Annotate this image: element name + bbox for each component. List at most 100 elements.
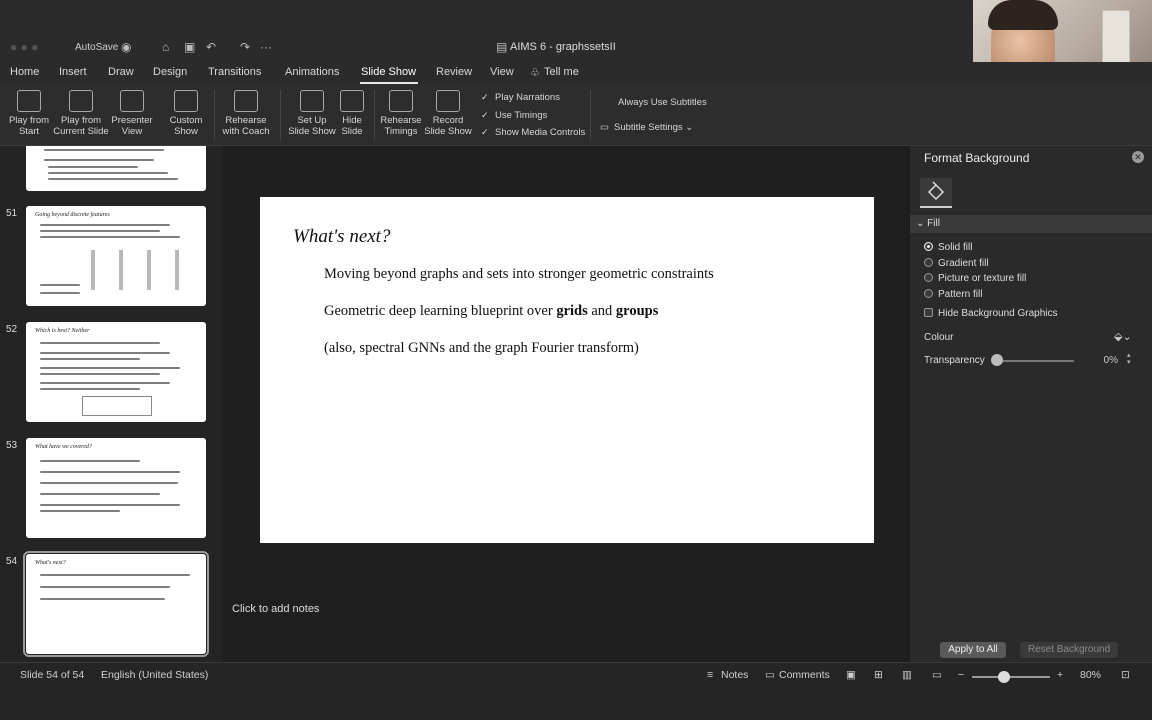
slide-show-icon[interactable]: ▭ [932,669,942,681]
ribbon: Play from Start Play from Current Slide … [0,84,1152,146]
reset-background-button[interactable]: Reset Background [1020,642,1118,658]
custom-show-icon [174,90,198,112]
zoom-in-icon[interactable]: + [1057,669,1063,681]
slide-title[interactable]: What's next? [293,226,390,248]
transparency-slider-handle[interactable] [991,354,1003,366]
transparency-slider[interactable] [998,360,1074,362]
notes-button[interactable]: Notes [721,669,748,681]
zoom-out-icon[interactable]: − [958,669,964,681]
slide-thumbnail-52[interactable]: Which is best? Neither [26,322,206,422]
timer-icon [389,90,413,112]
comments-icon: ▭ [765,669,775,681]
slide-bullet-2[interactable]: Geometric deep learning blueprint over g… [324,303,658,320]
colour-picker-icon[interactable]: ⬙⌄ [1114,330,1132,343]
tab-review[interactable]: Review [436,66,472,78]
home-icon[interactable]: ⌂ [162,40,169,54]
current-slide[interactable]: What's next? Moving beyond graphs and se… [260,197,874,543]
zoom-level[interactable]: 80% [1080,669,1101,681]
play-from-start-button[interactable]: Play from Start [8,90,50,137]
comments-button[interactable]: Comments [779,669,830,681]
slide-bullet-3[interactable]: (also, spectral GNNs and the graph Fouri… [324,340,639,357]
format-background-pane: Format Background ✕ ⌄ Fill Solid fill Gr… [910,146,1152,662]
slide-number: 51 [6,208,18,219]
status-bar: Slide 54 of 54 English (United States) ≡… [0,662,1152,720]
set-up-slide-show-button[interactable]: Set Up Slide Show [288,90,336,137]
slide-thumbnails-pane: 51 Going beyond discrete features 52 Whi… [0,146,222,662]
transparency-value-field[interactable]: 0% [1082,353,1132,369]
hide-slide-icon [340,90,364,112]
slide-sorter-icon[interactable]: ⊞ [874,669,883,681]
redo-icon[interactable]: ↷ [240,40,250,54]
chevron-down-icon: ⌄ [682,122,694,133]
normal-view-icon[interactable]: ▣ [846,669,856,681]
slide-number: 54 [6,556,18,567]
language-indicator[interactable]: English (United States) [101,669,208,681]
hide-slide-button[interactable]: Hide Slide [337,90,367,137]
hide-background-graphics-checkbox[interactable]: Hide Background Graphics [924,308,1058,319]
slide-bullet-1[interactable]: Moving beyond graphs and sets into stron… [324,266,714,283]
record-icon [436,90,460,112]
apply-to-all-button[interactable]: Apply to All [940,642,1006,658]
stepper-icon[interactable]: ▴ ▾ [1127,352,1131,366]
lightbulb-icon: ♧ [530,67,540,79]
fill-bucket-icon[interactable] [920,178,952,208]
custom-show-button[interactable]: Custom Show [166,90,206,137]
save-icon[interactable]: ▣ [184,40,195,54]
rehearse-with-coach-button[interactable]: Rehearse with Coach [220,90,272,137]
always-use-subtitles-checkbox[interactable]: Always Use Subtitles [618,97,707,108]
presenter-view-button[interactable]: Presenter View [110,90,154,137]
tab-animations[interactable]: Animations [285,66,339,78]
pattern-fill-radio[interactable]: Pattern fill [924,289,982,300]
slide-thumbnail-53[interactable]: What have we covered? [26,438,206,538]
undo-icon[interactable]: ↶ [206,40,216,54]
tell-me-search[interactable]: Tell me [544,66,579,78]
tab-draw[interactable]: Draw [108,66,134,78]
solid-fill-radio[interactable]: Solid fill [924,242,972,253]
document-icon: ▤ [496,40,508,54]
rehearse-timings-button[interactable]: Rehearse Timings [378,90,424,137]
checkmark-icon: ✓ [481,127,489,137]
gradient-fill-radio[interactable]: Gradient fill [924,258,989,269]
presenter-icon [120,90,144,112]
checkmark-icon: ✓ [481,92,489,102]
play-icon [17,90,41,112]
slide-thumbnail-54[interactable]: What's next? [23,551,209,657]
window-controls: ● ● ● [10,40,39,54]
show-media-controls-checkbox[interactable]: ✓ Show Media Controls [481,127,585,138]
setup-icon [300,90,324,112]
play-from-current-slide-button[interactable]: Play from Current Slide [52,90,110,137]
picture-texture-fill-radio[interactable]: Picture or texture fill [924,273,1026,284]
tab-insert[interactable]: Insert [59,66,87,78]
autosave-label: AutoSave [75,42,119,53]
fill-section-header[interactable]: ⌄ Fill [910,215,1152,233]
fit-to-window-icon[interactable]: ⊡ [1121,669,1130,681]
zoom-slider[interactable] [972,676,1050,678]
reading-view-icon[interactable]: ▥ [902,669,912,681]
checkmark-icon: ✓ [481,110,489,120]
record-slide-show-button[interactable]: Record Slide Show [422,90,474,137]
autosave-toggle-icon[interactable]: ◉ [121,40,131,54]
tab-view[interactable]: View [490,66,514,78]
tab-home[interactable]: Home [10,66,39,78]
slide-thumbnail-50[interactable] [26,146,206,191]
transparency-label: Transparency [924,355,985,366]
close-icon[interactable]: ✕ [1132,151,1144,163]
ribbon-tabs: Home Insert Draw Design Transitions Anim… [0,62,1152,84]
notes-icon: ≡ [707,669,714,681]
slide-thumbnail-51[interactable]: Going beyond discrete features [26,206,206,306]
slide-counter: Slide 54 of 54 [20,669,85,681]
notes-placeholder[interactable]: Click to add notes [232,603,319,615]
chevron-down-icon: ⌄ [916,218,928,229]
tab-transitions[interactable]: Transitions [208,66,261,78]
more-icon[interactable]: ··· [260,40,272,54]
coach-icon [234,90,258,112]
document-title: AIMS 6 - graphssetsII [510,41,616,53]
slide-number: 52 [6,324,18,335]
play-current-icon [69,90,93,112]
tab-design[interactable]: Design [153,66,187,78]
subtitle-settings-dropdown[interactable]: ▭ Subtitle Settings ⌄ [600,122,693,133]
zoom-slider-handle[interactable] [998,671,1010,683]
play-narrations-checkbox[interactable]: ✓ Play Narrations [481,92,560,103]
use-timings-checkbox[interactable]: ✓ Use Timings [481,110,547,121]
tab-slide-show[interactable]: Slide Show [361,66,416,78]
